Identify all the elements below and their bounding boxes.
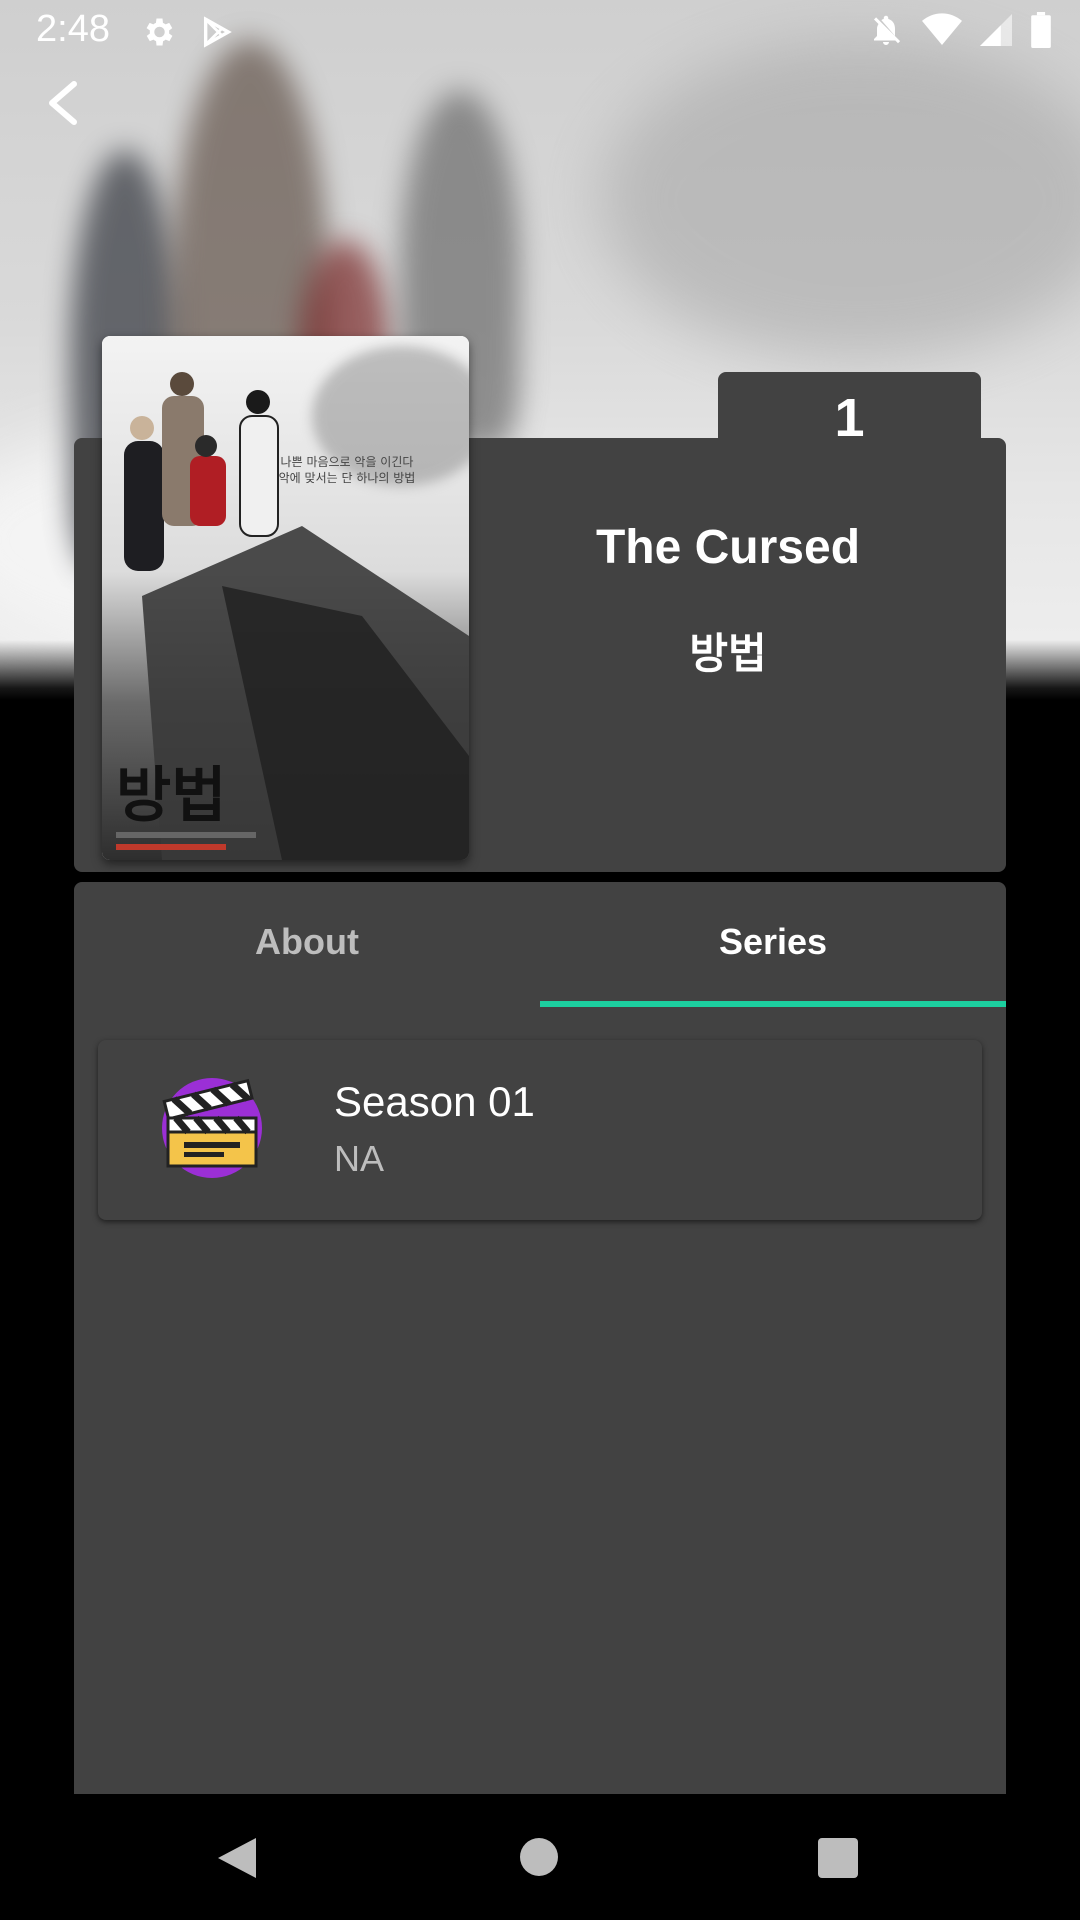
details-panel: About Series Season 01 NA xyxy=(74,882,1006,1920)
status-time: 2:48 xyxy=(36,8,110,50)
gear-icon xyxy=(140,14,176,55)
tab-series[interactable]: Series xyxy=(540,882,1006,1002)
status-bar: 2:48 xyxy=(0,0,1080,64)
play-store-icon xyxy=(200,14,234,55)
season-list-item[interactable]: Season 01 NA xyxy=(98,1040,982,1220)
season-title: Season 01 xyxy=(334,1078,535,1125)
nav-home-button[interactable] xyxy=(520,1838,558,1876)
battery-icon xyxy=(1030,12,1052,53)
nav-recents-button[interactable] xyxy=(818,1838,858,1878)
notifications-off-icon xyxy=(868,12,904,53)
signal-icon xyxy=(980,13,1012,52)
svg-text:악에 맞서는 단 하나의 방법: 악에 맞서는 단 하나의 방법 xyxy=(279,471,416,485)
wifi-icon xyxy=(922,13,962,52)
nav-back-button[interactable] xyxy=(216,1836,258,1885)
clapperboard-icon xyxy=(162,1078,262,1178)
season-subtitle: NA xyxy=(334,1138,385,1179)
show-title: The Cursed xyxy=(595,521,861,574)
system-navigation-bar xyxy=(0,1794,1080,1920)
svg-text:방법: 방법 xyxy=(116,761,226,831)
svg-text:나쁜 마음으로 악을 이긴다: 나쁜 마음으로 악을 이긴다 xyxy=(281,455,414,469)
show-original-title: 방법 xyxy=(689,630,767,677)
tab-about[interactable]: About xyxy=(74,882,540,1002)
chevron-left-icon xyxy=(49,81,77,125)
back-button[interactable] xyxy=(40,78,84,128)
tab-indicator xyxy=(540,1001,1006,1007)
show-poster: 나쁜 마음으로 악을 이긴다 악에 맞서는 단 하나의 방법 방법 xyxy=(102,336,469,860)
